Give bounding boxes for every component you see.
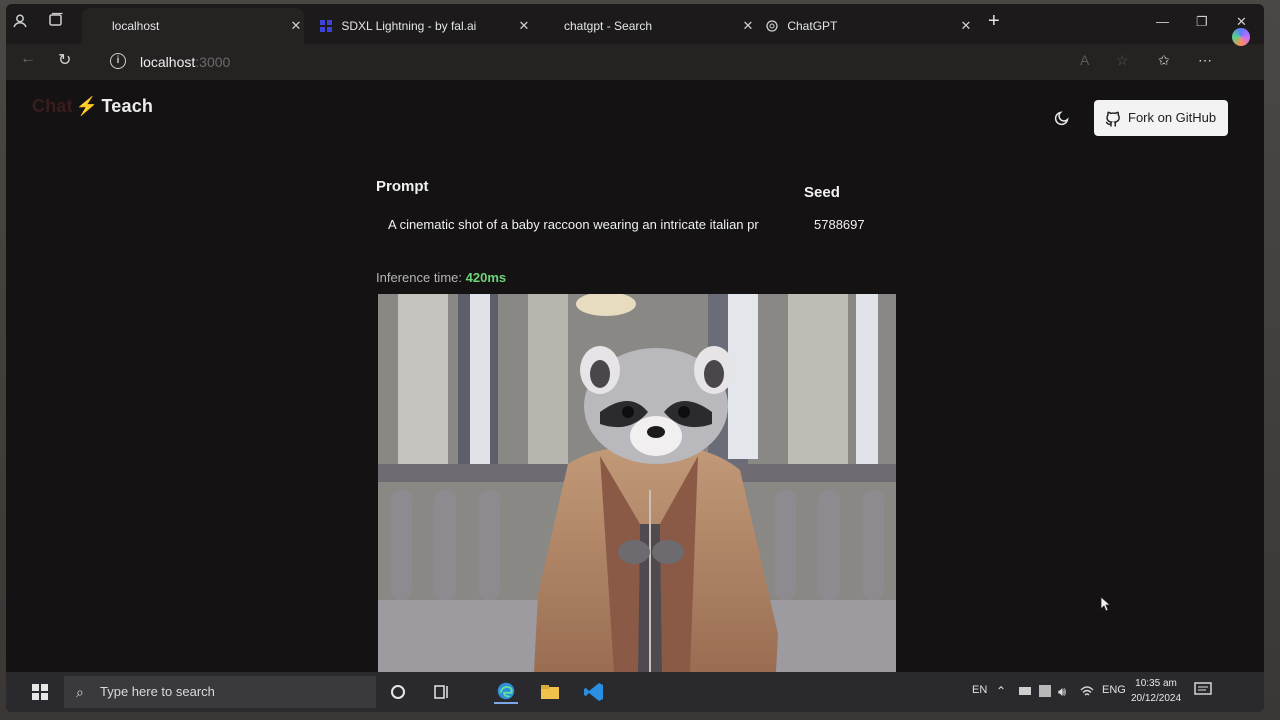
edge-icon[interactable] [494, 680, 518, 704]
inference-value: 420ms [465, 270, 507, 285]
clock[interactable]: 10:35 am 20/12/2024 [1126, 676, 1186, 706]
mouse-cursor-icon [1100, 596, 1112, 612]
address-bar: ← ↻ i localhost:3000 A ☆ ✩ ⋯ [6, 44, 1264, 80]
chevron-up-icon[interactable]: ⌃ [996, 684, 1006, 698]
url-host: localhost [140, 54, 196, 70]
tab-label: SDXL Lightning - by fal.ai [341, 19, 477, 33]
wifi-icon[interactable] [1080, 684, 1094, 698]
search-placeholder: Type here to search [100, 684, 215, 699]
lightning-icon: ⚡ [75, 96, 99, 116]
inference-label: Inference time: [376, 270, 462, 285]
seed-input[interactable] [806, 208, 926, 240]
tab-chatgpt-search[interactable]: chatgpt - Search ✕ [538, 8, 756, 44]
fal-ai-icon [320, 20, 332, 32]
taskbar: ⌕ Type here to search EN ⌃ 🔊︎ ENG 10:35 … [6, 672, 1264, 712]
github-icon [1105, 111, 1120, 127]
clock-time: 10:35 am [1135, 678, 1177, 689]
close-icon[interactable]: ✕ [740, 8, 756, 44]
language-long[interactable]: ENG [1102, 684, 1126, 696]
screen: localhost ✕ SDXL Lightning - by fal.ai ✕… [6, 4, 1264, 712]
language-short[interactable]: EN [972, 684, 987, 696]
tab-label: chatgpt - Search [564, 19, 653, 33]
volume-icon[interactable]: 🔊︎ [1058, 684, 1066, 700]
close-icon[interactable]: ✕ [958, 8, 974, 44]
favorite-icon[interactable]: ☆ [1116, 52, 1129, 69]
github-button-label: Fork on GitHub [1128, 110, 1217, 125]
fork-on-github-button[interactable]: Fork on GitHub [1094, 100, 1228, 136]
cortana-icon[interactable] [386, 680, 410, 704]
tab-sdxl-lightning[interactable]: SDXL Lightning - by fal.ai ✕ [310, 8, 532, 44]
url-field[interactable]: localhost:3000 [140, 54, 230, 70]
tab-chatgpt[interactable]: ChatGPT ✕ [756, 8, 974, 44]
clock-date: 20/12/2024 [1130, 693, 1182, 704]
windows-start-icon[interactable] [30, 682, 50, 702]
inference-time: Inference time: 420ms [376, 270, 506, 285]
read-aloud-icon[interactable]: A [1080, 52, 1089, 68]
tab-label: ChatGPT [787, 19, 838, 33]
notifications-icon[interactable] [1194, 682, 1212, 698]
chatgpt-icon [766, 20, 778, 32]
prompt-input[interactable] [376, 208, 780, 240]
tab-localhost[interactable]: localhost ✕ [82, 8, 304, 44]
favorites-icon[interactable]: ✩ [1158, 52, 1170, 69]
minimize-icon[interactable]: — [1156, 14, 1169, 29]
close-icon[interactable]: ✕ [288, 8, 304, 44]
theme-toggle-icon[interactable] [1052, 110, 1072, 130]
profile-icon[interactable] [10, 12, 30, 32]
tab-label: localhost [112, 19, 160, 33]
browser-tab-strip: localhost ✕ SDXL Lightning - by fal.ai ✕… [6, 4, 1264, 44]
site-info-icon[interactable]: i [110, 53, 126, 69]
taskbar-search[interactable]: ⌕ Type here to search [64, 676, 376, 708]
task-view-icon[interactable] [430, 680, 454, 704]
vscode-icon[interactable] [582, 680, 606, 704]
search-icon: ⌕ [76, 684, 84, 700]
more-menu-icon[interactable]: ⋯ [1198, 52, 1212, 69]
new-tab-icon[interactable]: + [988, 10, 1000, 33]
brand-prefix: Chat [32, 96, 73, 116]
brand-suffix: Teach [101, 96, 154, 116]
file-explorer-icon[interactable] [538, 680, 562, 704]
brand-logo[interactable]: Chat ⚡ Teach [32, 96, 153, 117]
url-port: :3000 [195, 54, 231, 70]
restore-icon[interactable]: ❐ [1196, 14, 1208, 30]
back-icon[interactable]: ← [20, 50, 36, 68]
refresh-icon[interactable]: ↻ [58, 50, 71, 70]
prompt-label: Prompt [376, 178, 429, 195]
tab-actions-icon[interactable] [46, 12, 66, 32]
security-icon[interactable] [1038, 684, 1052, 698]
network-device-icon[interactable] [1018, 685, 1032, 697]
page-content: Chat⚡Teach Fork on GitHub Prompt Seed In… [6, 80, 1264, 672]
close-icon[interactable]: ✕ [516, 8, 532, 44]
generated-image [378, 294, 896, 672]
seed-label: Seed [804, 184, 840, 201]
copilot-icon[interactable] [1232, 28, 1250, 46]
